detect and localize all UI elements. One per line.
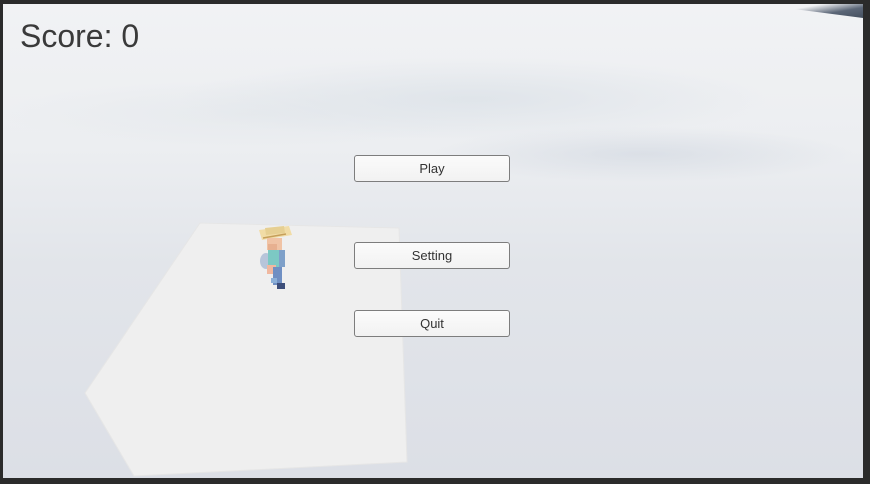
player-character	[259, 226, 292, 289]
setting-button[interactable]: Setting	[354, 242, 510, 269]
play-button[interactable]: Play	[354, 155, 510, 182]
ground-platform	[84, 222, 408, 477]
score-label: Score: 0	[20, 18, 140, 54]
game-viewport: Score: 0 Play Setting Quit	[3, 4, 863, 478]
quit-button[interactable]: Quit	[354, 310, 510, 337]
